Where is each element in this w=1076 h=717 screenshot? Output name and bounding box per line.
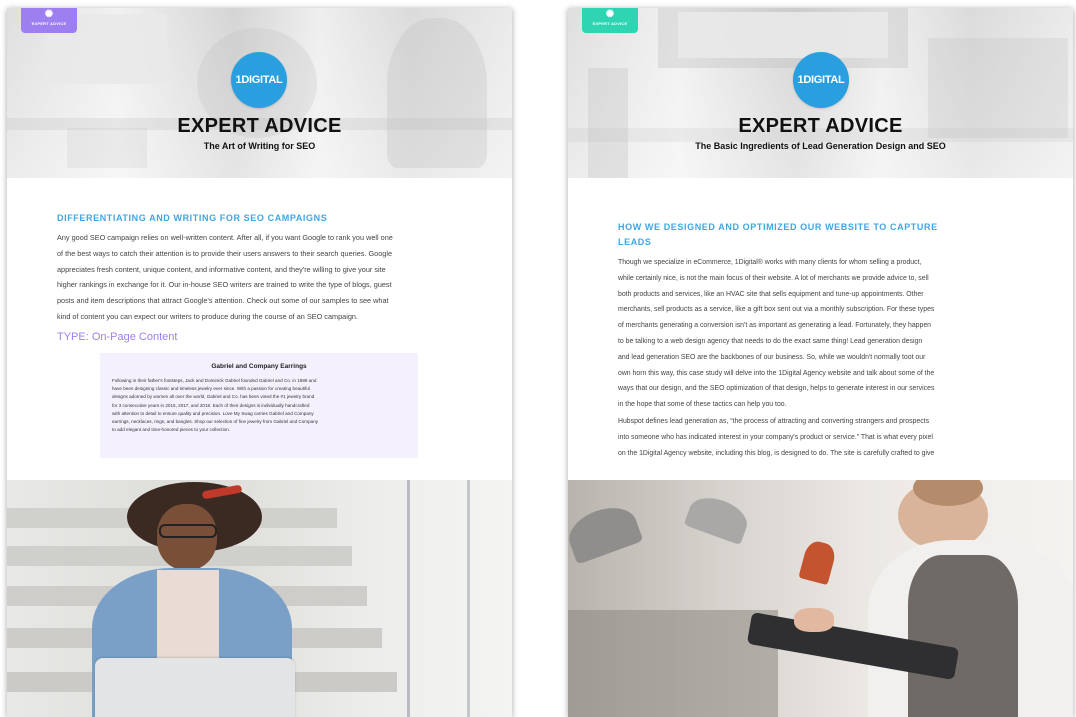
hero-subtitle: The Basic Ingredients of Lead Generation… <box>695 141 946 151</box>
sample-line: to add elegant and time-honored pieces t… <box>112 427 230 433</box>
preview-card-left[interactable]: ✺ EXPERT ADVICE 1DIGITAL EXPERT ADVICE T… <box>7 8 512 717</box>
hero-subtitle: The Art of Writing for SEO <box>203 141 316 151</box>
body-line: while certainly nice, is not the main fo… <box>618 274 929 282</box>
body-line: Any good SEO campaign relies on well-wri… <box>57 233 393 242</box>
section-heading: HOW WE DESIGNED AND OPTIMIZED OUR WEBSIT… <box>618 220 938 250</box>
body-paragraph-2: Hubspot defines lead generation as, “the… <box>618 414 934 461</box>
body-line: posts and item descriptions that attract… <box>57 296 389 306</box>
body-paragraph-1: Though we specialize in eCommerce, 1Digi… <box>618 255 934 413</box>
brand-logo: 1DIGITAL <box>231 52 287 108</box>
body-line: in the hope that some of these tactics c… <box>618 401 787 409</box>
section-heading: DIFFERENTIATING AND WRITING FOR SEO CAMP… <box>57 213 328 223</box>
hero-title: EXPERT ADVICE <box>738 115 903 137</box>
hero-title: EXPERT ADVICE <box>177 115 342 137</box>
photo-woman-tablet <box>568 480 1073 717</box>
sample-title: Gabriel and Company Earrings <box>211 363 307 370</box>
body-line: kind of content you can expect our write… <box>57 311 358 321</box>
preview-card-right[interactable]: ✺ EXPERT ADVICE 1DIGITAL EXPERT ADVICE T… <box>568 8 1073 717</box>
heading-line: LEADS <box>618 237 652 247</box>
body-line: both products and services, like an HVAC… <box>618 290 924 298</box>
brand-logo: 1DIGITAL <box>793 52 849 108</box>
sample-line: designs adorned by women all over the wo… <box>112 394 315 400</box>
sample-line: have been designing classic and timeless… <box>112 386 310 392</box>
sample-line: earrings, necklaces, rings, and bangles.… <box>112 419 319 425</box>
sample-line: for 3 consecutive years in 2015, 2017, a… <box>112 402 310 408</box>
body-line: Though we specialize in eCommerce, 1Digi… <box>618 259 922 266</box>
body-line: into someone who has indicated interest … <box>618 433 933 441</box>
body-line: appreciates fresh content, unique conten… <box>57 264 386 274</box>
photo-woman-laptop <box>7 480 512 717</box>
body-line: on the 1Digital Agency website, includin… <box>618 449 935 457</box>
body-paragraph: Any good SEO campaign relies on well-wri… <box>57 230 393 325</box>
heading-line: HOW WE DESIGNED AND OPTIMIZED OUR WEBSIT… <box>618 222 938 232</box>
body-line: Hubspot defines lead generation as, “the… <box>618 418 930 425</box>
sample-line: with attention to detail to ensure quali… <box>112 410 314 416</box>
body-line: to be talking to a web design agency tha… <box>618 337 923 345</box>
body-line: of the best ways to catch their attentio… <box>57 248 393 258</box>
sample-text: Following in their father's footsteps, J… <box>112 377 406 434</box>
body-line: and lead generation SEO are the backbone… <box>618 353 926 361</box>
lightbulb-icon: ✺ <box>44 9 54 20</box>
body-line: merchants, sell products as a service, l… <box>618 306 935 314</box>
body-line: higher rankings in exchange for it. Our … <box>57 280 392 290</box>
sample-line: Following in their father's footsteps, J… <box>112 378 317 383</box>
lightbulb-icon: ✺ <box>605 9 615 20</box>
body-line: of merchants generating a conversion isn… <box>618 322 931 330</box>
sample-content-box: Gabriel and Company Earrings Following i… <box>100 353 418 458</box>
body-line: own horn this way, this case study will … <box>618 369 935 377</box>
expert-advice-badge: ✺ EXPERT ADVICE <box>21 8 77 33</box>
body-line: ways that our design, and the SEO optimi… <box>618 385 935 393</box>
content-type-label: TYPE: On-Page Content <box>57 331 178 343</box>
expert-advice-badge: ✺ EXPERT ADVICE <box>582 8 638 33</box>
